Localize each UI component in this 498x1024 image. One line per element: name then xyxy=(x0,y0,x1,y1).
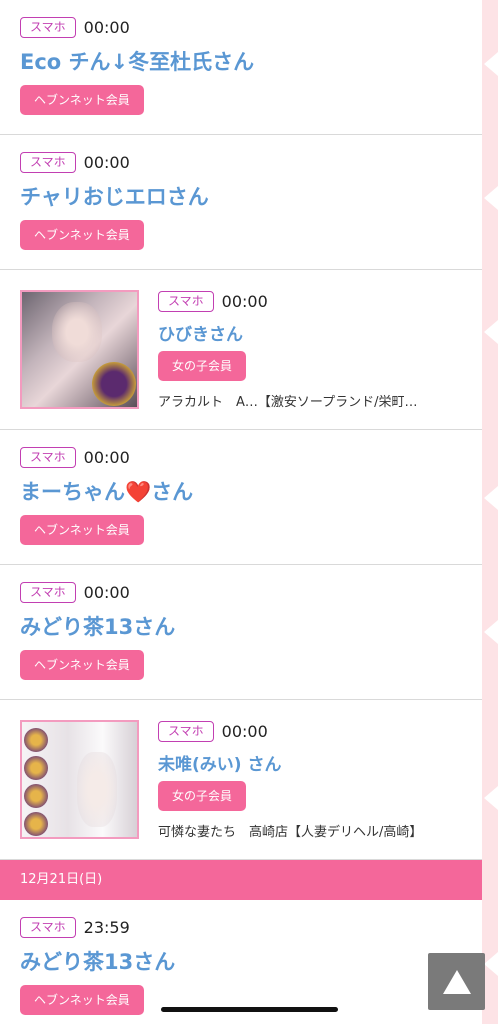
visit-time: 00:00 xyxy=(83,17,130,37)
footprint-list: スマホ 00:00 Eco チん↓冬至杜氏さん ヘブンネット会員 スマホ 00:… xyxy=(0,0,482,1024)
visitor-name[interactable]: みどり茶13さん xyxy=(20,611,482,641)
list-item[interactable]: スマホ 00:00 まーちゃん❤️さん ヘブンネット会員 xyxy=(0,430,482,565)
visitor-name[interactable]: みどり茶13さん xyxy=(20,946,482,976)
device-badge: スマホ xyxy=(158,720,214,742)
side-decoration-stripe xyxy=(482,0,498,1024)
date-header: 12月21日(日) xyxy=(0,860,482,900)
shop-name[interactable]: アラカルト A…【激安ソープランド/栄町… xyxy=(158,391,470,410)
visitor-name[interactable]: Eco チん↓冬至杜氏さん xyxy=(20,46,482,76)
visit-time: 00:00 xyxy=(83,447,130,467)
device-badge: スマホ xyxy=(20,16,76,38)
visitor-name[interactable]: チャリおじエロさん xyxy=(20,181,482,211)
visit-time: 00:00 xyxy=(221,721,268,741)
device-badge: スマホ xyxy=(20,446,76,468)
girl-photo-thumbnail[interactable] xyxy=(20,290,139,409)
device-badge: スマホ xyxy=(158,290,214,312)
list-item[interactable]: スマホ 00:00 Eco チん↓冬至杜氏さん ヘブンネット会員 xyxy=(0,0,482,135)
visit-time: 23:59 xyxy=(83,917,130,937)
list-item[interactable]: スマホ 23:59 みどり茶13さん ヘブンネット会員 xyxy=(0,900,482,1024)
device-badge: スマホ xyxy=(20,916,76,938)
visitor-name[interactable]: 未唯(みい) さん xyxy=(158,750,472,775)
visit-time: 00:00 xyxy=(221,291,268,311)
visitor-name[interactable]: まーちゃん❤️さん xyxy=(20,476,482,506)
list-item[interactable]: スマホ 00:00 ひびきさん 女の子会員 アラカルト A…【激安ソープランド/… xyxy=(0,270,482,430)
device-badge: スマホ xyxy=(20,151,76,173)
triangle-up-icon xyxy=(442,969,471,994)
visitor-name[interactable]: ひびきさん xyxy=(158,320,472,345)
scroll-to-top-button[interactable] xyxy=(428,953,485,1010)
home-indicator[interactable] xyxy=(161,1007,338,1012)
visit-time: 00:00 xyxy=(83,152,130,172)
member-badge: ヘブンネット会員 xyxy=(20,220,144,250)
member-badge: 女の子会員 xyxy=(158,351,247,381)
list-item[interactable]: スマホ 00:00 みどり茶13さん ヘブンネット会員 xyxy=(0,565,482,700)
girl-photo-thumbnail[interactable] xyxy=(20,720,139,839)
list-item[interactable]: スマホ 00:00 チャリおじエロさん ヘブンネット会員 xyxy=(0,135,482,270)
member-badge: 女の子会員 xyxy=(158,781,247,811)
shop-name[interactable]: 可憐な妻たち 高崎店【人妻デリヘル/高崎】 xyxy=(158,821,470,840)
member-badge: ヘブンネット会員 xyxy=(20,985,144,1015)
list-item[interactable]: スマホ 00:00 未唯(みい) さん 女の子会員 可憐な妻たち 高崎店【人妻デ… xyxy=(0,700,482,860)
member-badge: ヘブンネット会員 xyxy=(20,650,144,680)
visit-time: 00:00 xyxy=(83,582,130,602)
device-badge: スマホ xyxy=(20,581,76,603)
member-badge: ヘブンネット会員 xyxy=(20,85,144,115)
member-badge: ヘブンネット会員 xyxy=(20,515,144,545)
